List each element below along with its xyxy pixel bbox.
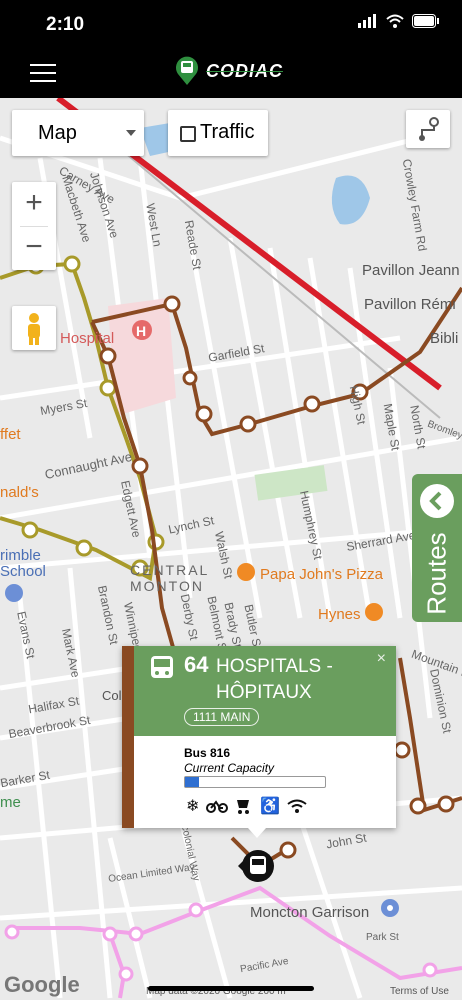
bus-icon <box>151 656 173 678</box>
traffic-checkbox[interactable]: Traffic <box>168 110 268 156</box>
place-label: ffet <box>0 426 21 443</box>
bus-number: Bus 816 <box>184 746 231 760</box>
chevron-down-icon <box>126 130 136 136</box>
zoom-in-button[interactable]: + <box>12 182 56 226</box>
routes-tab[interactable]: Routes <box>412 474 462 622</box>
amenities-row: ❄ ♿ <box>186 796 307 816</box>
map-type-label: Map <box>38 122 77 144</box>
app-logo: CODIAC <box>174 56 283 86</box>
place-label: Col <box>102 688 122 703</box>
status-icons <box>358 14 440 28</box>
bicycle-icon <box>206 800 229 813</box>
capacity-fill <box>185 777 199 787</box>
place-label: rimble School <box>0 547 46 580</box>
checkbox-icon <box>180 126 196 142</box>
place-label: nald's <box>0 484 39 501</box>
zoom-control: + − <box>12 182 56 270</box>
battery-icon <box>412 14 439 28</box>
place-label: Papa John's Pizza <box>260 566 383 583</box>
bus-pin-icon <box>176 56 198 85</box>
place-label: CENTRAL MONTON <box>130 562 209 594</box>
stop-badge: 1111 MAIN <box>184 708 260 726</box>
close-icon[interactable]: × <box>377 650 386 668</box>
wifi-status-icon <box>386 14 404 28</box>
place-label: Bibli <box>430 330 459 347</box>
zoom-out-button[interactable]: − <box>12 226 56 270</box>
map-view[interactable]: H Carney Ave Macbeth Ave Johnson Ave Wes… <box>0 98 462 1000</box>
place-label: me <box>0 794 21 811</box>
terms-of-use-link[interactable]: Terms of Use <box>390 986 449 997</box>
popup-header: 64 HOSPITALS - HÔPITAUX × 1111 MAIN <box>134 646 396 736</box>
route-name: HOSPITALS - HÔPITAUX <box>216 656 333 703</box>
place-label: Hospital <box>60 330 115 347</box>
route-number: 64 <box>184 652 209 677</box>
place-label: Hynes <box>318 606 361 623</box>
routes-label: Routes <box>421 532 452 615</box>
status-time: 2:10 <box>46 14 85 35</box>
hamburger-menu-icon[interactable] <box>30 64 56 84</box>
capacity-bar <box>184 776 326 788</box>
capacity-label: Current Capacity <box>184 761 275 775</box>
home-indicator <box>148 986 314 991</box>
wheelchair-icon: ♿ <box>260 798 281 815</box>
status-bar: 2:10 <box>0 0 462 48</box>
route-icon <box>419 117 439 141</box>
snowflake-icon: ❄ <box>186 798 200 815</box>
place-label: Moncton Garrison <box>250 904 370 921</box>
directions-button[interactable] <box>406 110 450 148</box>
wifi-icon <box>287 799 307 813</box>
street-label: Park St <box>366 932 399 943</box>
bus-info-popup: 64 HOSPITALS - HÔPITAUX × 1111 MAIN Bus … <box>122 646 396 838</box>
stroller-icon <box>237 800 250 814</box>
place-label: Pavillon Rémi <box>364 296 456 313</box>
street-view-pegman[interactable] <box>12 306 56 350</box>
traffic-label: Traffic <box>200 121 255 143</box>
chevron-left-icon <box>420 484 454 518</box>
google-logo: Google <box>4 972 80 997</box>
nav-bar: CODIAC <box>0 48 462 98</box>
signal-icon <box>358 14 376 28</box>
map-type-dropdown[interactable]: Map <box>12 110 144 156</box>
pegman-icon <box>28 313 40 345</box>
route-color-stripe <box>122 646 134 828</box>
popup-tail <box>248 828 266 838</box>
place-label: Pavillon Jeann <box>362 262 460 279</box>
svg-text:H: H <box>136 323 146 339</box>
